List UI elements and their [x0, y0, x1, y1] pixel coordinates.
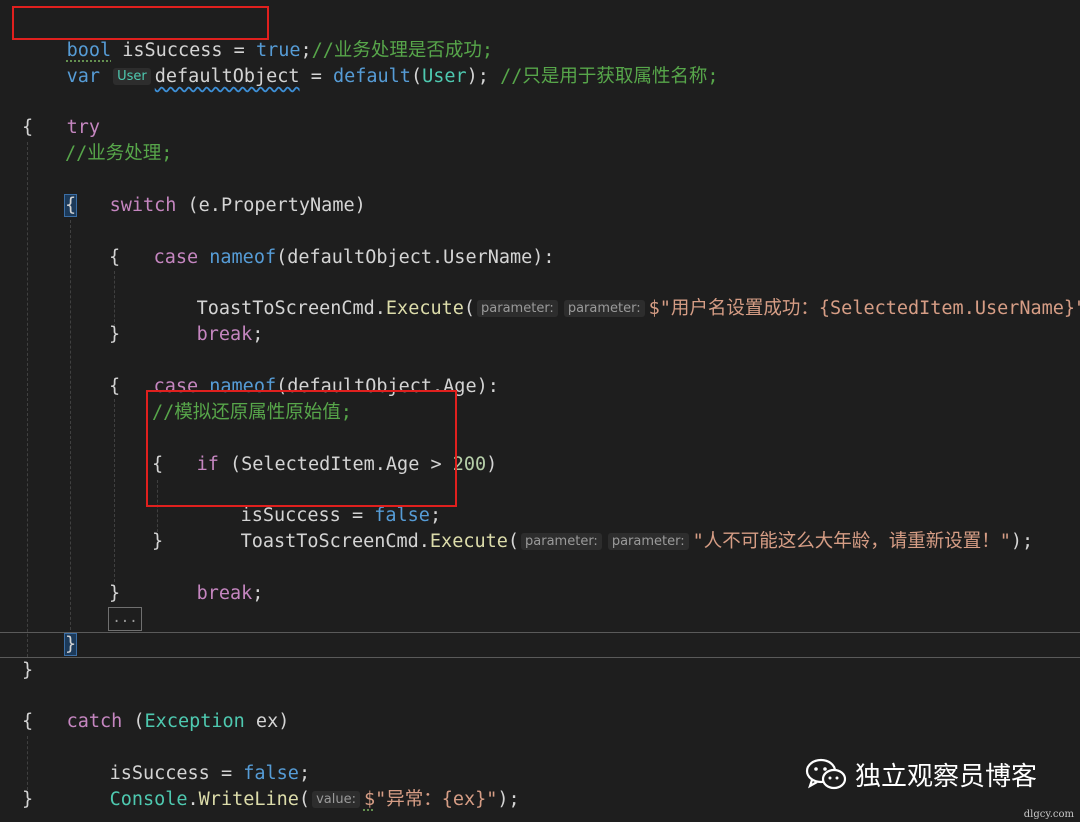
code-line-28: isSuccess = false; — [65, 735, 311, 784]
paren: ); — [466, 66, 489, 87]
brace: } — [22, 660, 34, 681]
code-line-10: ToastToScreenCmd.Execute(parameter: param… — [152, 270, 1080, 319]
brace: } — [63, 633, 78, 656]
dot: . — [374, 298, 386, 319]
keyword: try — [66, 117, 100, 138]
type: Exception — [144, 711, 245, 732]
indent-guide — [27, 142, 28, 657]
expression: (defaultObject.UserName): — [276, 247, 555, 268]
expression: ex) — [244, 711, 290, 732]
code-line-3: try — [22, 89, 100, 138]
type: User — [422, 66, 467, 87]
wechat-icon — [805, 758, 847, 790]
keyword: default — [332, 66, 411, 87]
highlight-box-restore — [146, 390, 457, 507]
code-editor[interactable]: bool isSuccess = true;//业务处理是否成功; var Us… — [0, 0, 1080, 822]
brace: { — [109, 376, 121, 397]
code-line-29: Console.WriteLine(value: $"异常：{ex}"); — [65, 761, 520, 810]
keyword: switch — [109, 195, 177, 216]
brace: { — [109, 247, 121, 268]
parameter-hint: parameter: — [607, 533, 689, 550]
type-hint: User — [113, 68, 151, 85]
number: 200 — [452, 454, 487, 475]
string: "人不可能这么大年龄，请重新设置！" — [692, 531, 1011, 552]
paren: ( — [463, 298, 476, 319]
brace: } — [22, 789, 34, 810]
code-line-24: } — [63, 632, 78, 658]
code-line-20: } — [152, 529, 163, 555]
highlight-box-declaration — [12, 6, 269, 40]
expression: (e.PropertyName) — [176, 195, 366, 216]
collapsed-region-button[interactable]: ... — [108, 607, 142, 631]
code-line-14: { — [109, 374, 120, 400]
keyword: catch — [66, 711, 123, 732]
comment: //只是用于获取属性名称; — [488, 66, 719, 87]
code-line-9: { — [109, 245, 120, 271]
code-line-5: //业务处理; — [65, 141, 172, 167]
brace: { — [22, 711, 34, 732]
brace: } — [109, 583, 121, 604]
method: Execute — [429, 531, 508, 552]
code-line-12: } — [109, 322, 120, 348]
paren: ) — [486, 454, 498, 475]
watermark-text: 独立观察员博客 — [855, 761, 1038, 792]
comment: //业务处理; — [65, 143, 173, 164]
paren: ( — [122, 711, 145, 732]
method: Execute — [385, 298, 464, 319]
parameter-hint: parameter: — [521, 533, 602, 550]
keyword: case — [153, 247, 199, 268]
brace: { — [22, 117, 34, 138]
function: nameof — [209, 247, 277, 268]
type: Console — [109, 789, 188, 810]
method: WriteLine — [198, 789, 299, 810]
watermark: 独立观察员博客 — [805, 752, 1037, 796]
paren: ( — [507, 531, 520, 552]
paren: ); — [497, 789, 520, 810]
code-line-11: break; — [152, 296, 264, 345]
keyword: break — [196, 324, 253, 345]
semicolon: ; — [252, 324, 264, 345]
code-line-2: var User defaultObject = default(User); /… — [22, 38, 719, 87]
dot: . — [187, 789, 199, 810]
operator: = — [299, 66, 333, 87]
brace: } — [109, 324, 121, 345]
identifier: defaultObject — [154, 66, 300, 87]
site-url: dlgcy.com — [1023, 809, 1074, 820]
parameter-hint: value: — [312, 791, 360, 808]
paren: ( — [298, 789, 311, 810]
code-line-27: { — [22, 709, 33, 735]
string-prefix: $ — [363, 789, 376, 810]
code-line-6: switch (e.PropertyName) — [65, 167, 366, 216]
code-line-8: case nameof(defaultObject.UserName): — [109, 219, 555, 268]
code-line-4: { — [22, 115, 33, 141]
indent-guide — [70, 220, 71, 640]
dot: . — [418, 531, 430, 552]
code-line-22: } — [109, 581, 120, 607]
brace: } — [152, 531, 164, 552]
code-line-30: } — [22, 787, 33, 813]
string: $"用户名设置成功：{SelectedItem.UserName}" — [648, 298, 1080, 319]
indent-guide — [114, 399, 115, 582]
semicolon: ; — [252, 583, 264, 604]
object: ToastToScreenCmd — [240, 531, 419, 552]
parameter-hint: parameter: — [477, 300, 558, 317]
code-line-13: case nameof(defaultObject.Age): — [109, 348, 499, 397]
current-line-bottom — [0, 657, 1080, 658]
paren: ); — [1010, 531, 1034, 552]
string: "异常：{ex}" — [375, 789, 498, 810]
brace: { — [63, 194, 78, 217]
keyword: break — [196, 583, 253, 604]
code-line-7: { — [63, 193, 78, 219]
keyword: var — [66, 66, 100, 87]
code-line-25: } — [22, 658, 33, 684]
parameter-hint: parameter: — [563, 300, 645, 317]
code-line-26: catch (Exception ex) — [22, 683, 290, 732]
code-line-21: break; — [152, 555, 264, 604]
paren: ( — [410, 66, 423, 87]
